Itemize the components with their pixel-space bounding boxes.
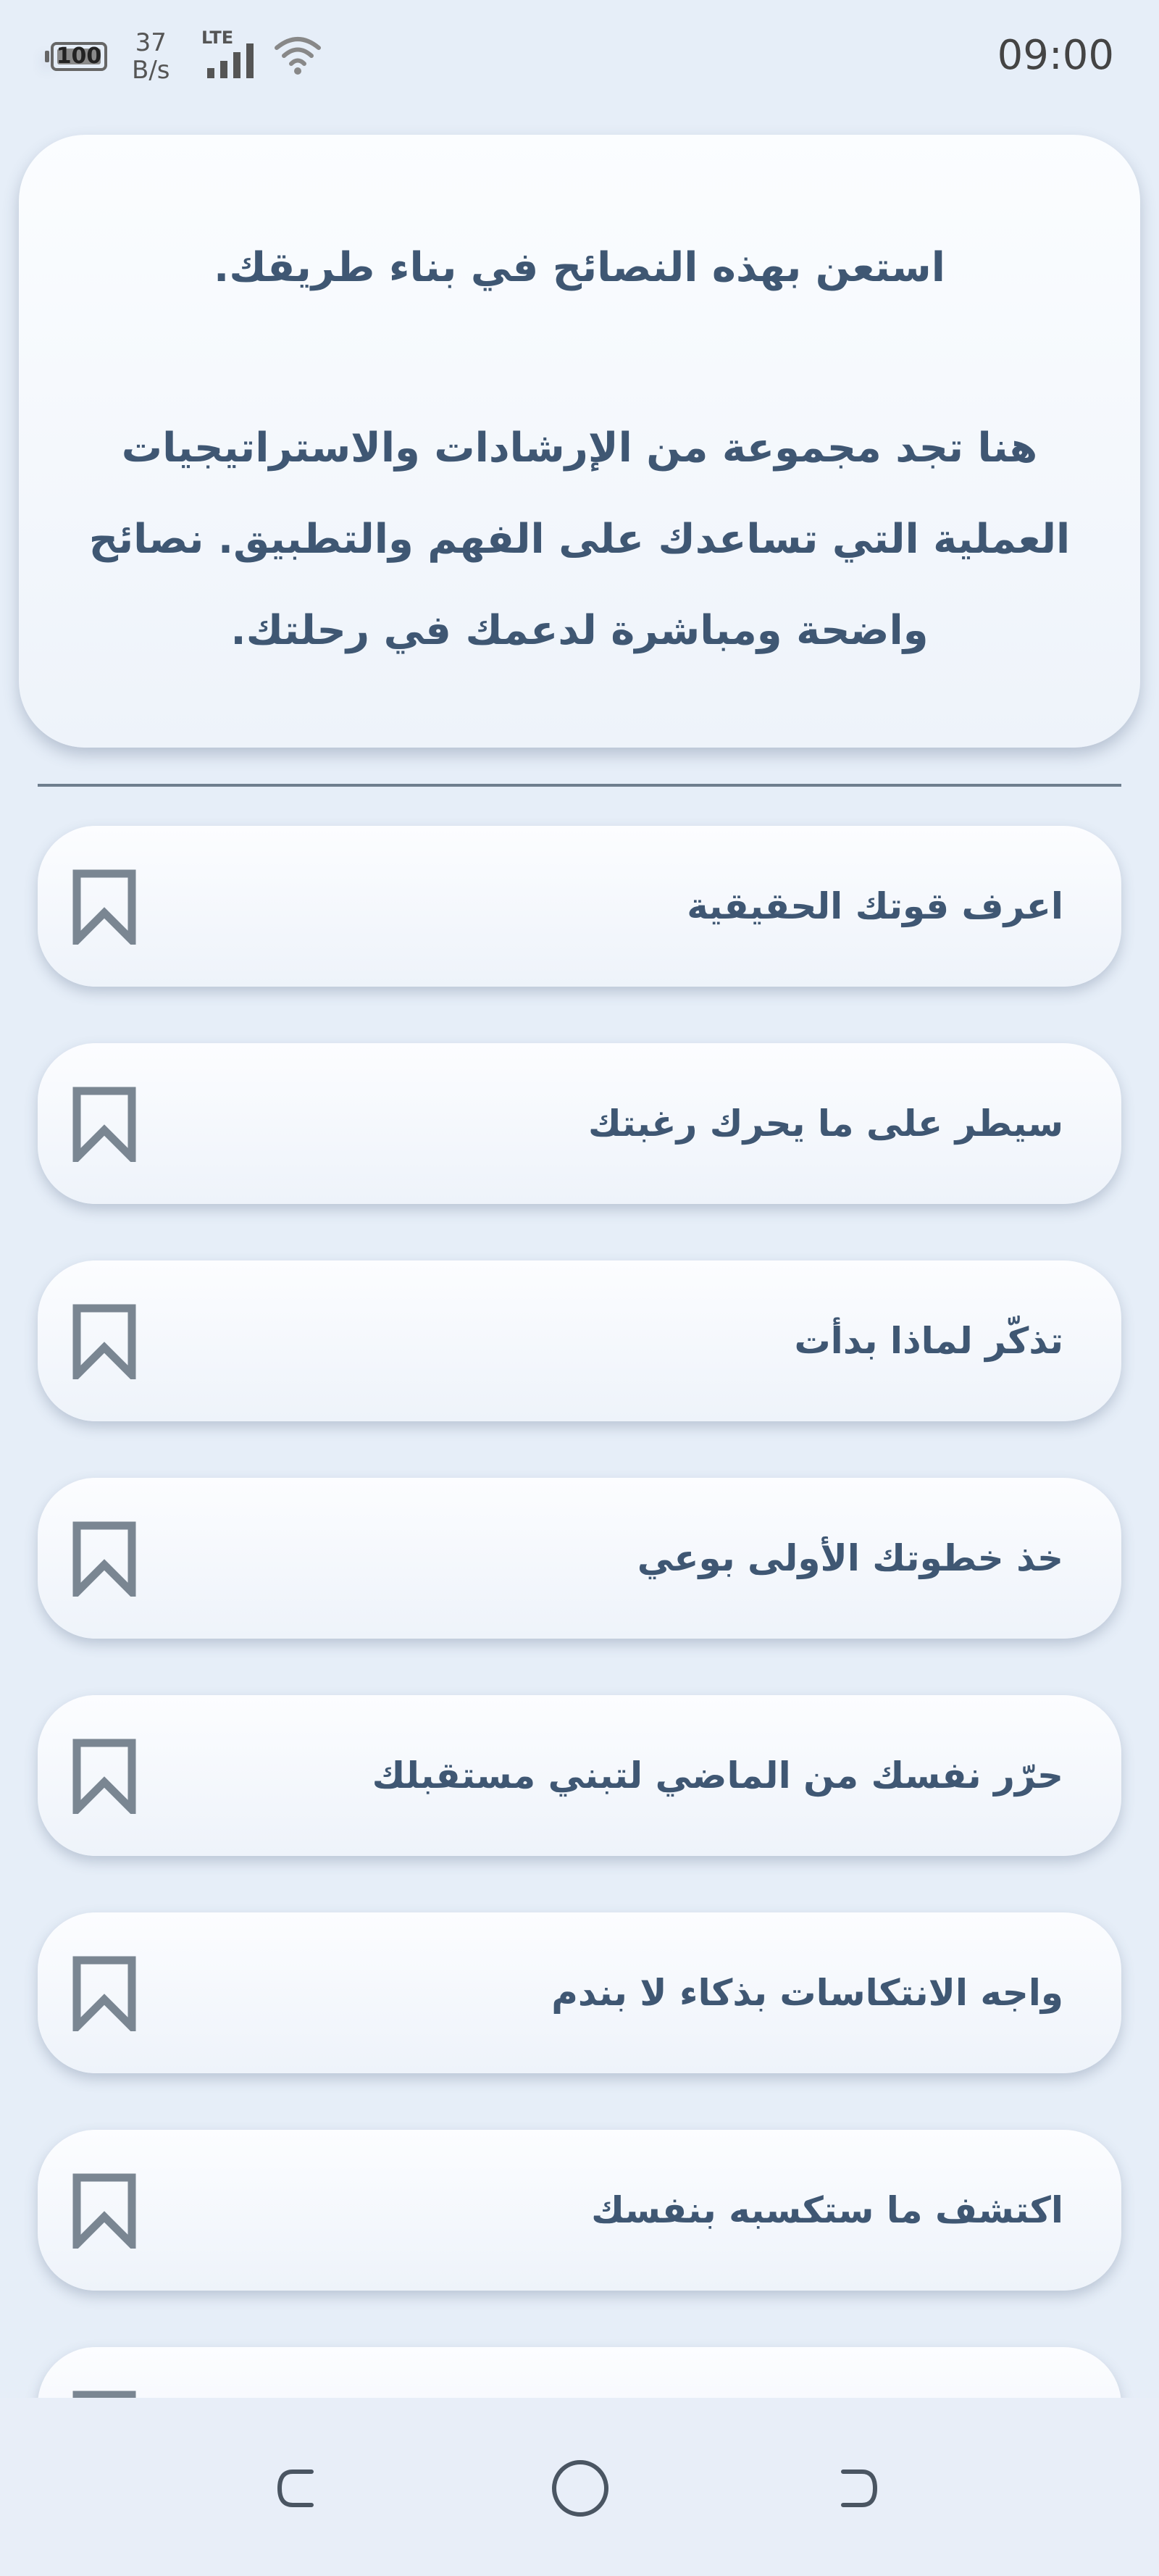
bookmark-icon[interactable]: [71, 1521, 138, 1597]
tip-label: خذ خطوتك الأولى بوعي: [637, 1537, 1063, 1579]
bookmark-icon[interactable]: [71, 869, 138, 945]
tip-item[interactable]: اكتشف ما ستكسبه بنفسك: [38, 2130, 1121, 2291]
tip-label: تذكّر لماذا بدأت: [794, 1320, 1063, 1362]
recents-icon[interactable]: [823, 2456, 888, 2521]
bookmark-icon[interactable]: [71, 1739, 138, 1814]
bookmark-icon[interactable]: [71, 1304, 138, 1379]
bookmark-icon[interactable]: [71, 2391, 138, 2398]
back-icon[interactable]: [267, 2456, 332, 2521]
bookmark-icon[interactable]: [71, 2173, 138, 2249]
tip-label: اكتشف ما ستكسبه بنفسك: [591, 2189, 1063, 2231]
tip-label: حرّر نفسك من الماضي لتبني مستقبلك: [372, 1755, 1063, 1797]
tip-item[interactable]: اعرف قوتك الحقيقية: [38, 826, 1121, 987]
tip-label: اعرف قوتك الحقيقية: [687, 885, 1063, 927]
home-icon[interactable]: [548, 2456, 613, 2521]
tip-item[interactable]: حرّر نفسك من الماضي لتبني مستقبلك: [38, 1695, 1121, 1856]
tip-label: سيطر على ما يحرك رغبتك: [588, 1103, 1063, 1145]
tip-label: واجه الانتكاسات بذكاء لا بندم: [551, 1972, 1063, 2014]
tip-item[interactable]: سيطر على ما يحرك رغبتك: [38, 1043, 1121, 1204]
bookmark-icon[interactable]: [71, 1956, 138, 2031]
tip-item[interactable]: تذكّر لماذا بدأت: [38, 1260, 1121, 1421]
tip-item[interactable]: خذ خطوتك الأولى بوعي: [38, 1478, 1121, 1639]
bookmark-icon[interactable]: [71, 1087, 138, 1162]
tips-list: اعرف قوتك الحقيقية سيطر على ما يحرك رغبت…: [0, 0, 1159, 2398]
tip-item[interactable]: واجه الانتكاسات بذكاء لا بندم: [38, 1912, 1121, 2073]
tip-item[interactable]: [38, 2347, 1121, 2398]
navigation-bar: [0, 2398, 1159, 2576]
